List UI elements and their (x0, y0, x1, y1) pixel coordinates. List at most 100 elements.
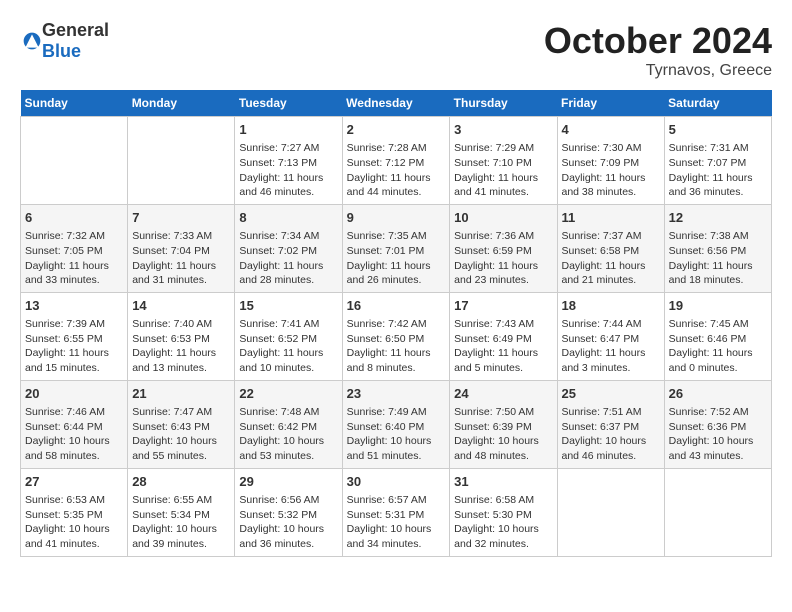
week-row-1: 1 Sunrise: 7:27 AM Sunset: 7:13 PM Daylig… (21, 117, 772, 205)
day-number: 14 (132, 297, 230, 315)
day-info: Sunrise: 7:31 AM Sunset: 7:07 PM Dayligh… (669, 141, 767, 200)
week-row-4: 20Sunrise: 7:46 AM Sunset: 6:44 PM Dayli… (21, 380, 772, 468)
day-number: 15 (239, 297, 337, 315)
calendar-cell: 29 Sunrise: 6:56 AM Sunset: 5:32 PM Dayli… (235, 468, 342, 556)
day-number: 30 (347, 473, 446, 491)
day-info: Sunrise: 7:30 AM Sunset: 7:09 PM Dayligh… (562, 141, 660, 200)
calendar-cell: 31 Sunrise: 6:58 AM Sunset: 5:30 PM Dayli… (450, 468, 557, 556)
calendar-cell (21, 117, 128, 205)
calendar-cell: 6Sunrise: 7:32 AM Sunset: 7:05 PM Daylig… (21, 204, 128, 292)
calendar-cell: 28 Sunrise: 6:55 AM Sunset: 5:34 PM Dayli… (128, 468, 235, 556)
day-info: Sunrise: 7:44 AM Sunset: 6:47 PM Dayligh… (562, 317, 660, 376)
calendar-cell: 12 Sunrise: 7:38 AM Sunset: 6:56 PM Dayli… (664, 204, 771, 292)
day-number: 12 (669, 209, 767, 227)
weekday-wednesday: Wednesday (342, 90, 450, 117)
calendar-cell: 19 Sunrise: 7:45 AM Sunset: 6:46 PM Dayli… (664, 292, 771, 380)
month-year: October 2024 (544, 20, 772, 62)
day-info: Sunrise: 6:57 AM Sunset: 5:31 PM Dayligh… (347, 493, 446, 552)
day-info: Sunrise: 6:56 AM Sunset: 5:32 PM Dayligh… (239, 493, 337, 552)
calendar-table: SundayMondayTuesdayWednesdayThursdayFrid… (20, 90, 772, 557)
day-number: 19 (669, 297, 767, 315)
day-number: 2 (347, 121, 446, 139)
calendar-cell: 8 Sunrise: 7:34 AM Sunset: 7:02 PM Daylig… (235, 204, 342, 292)
day-info: Sunrise: 7:47 AM Sunset: 6:43 PM Dayligh… (132, 405, 230, 464)
calendar-cell: 22 Sunrise: 7:48 AM Sunset: 6:42 PM Dayli… (235, 380, 342, 468)
month-title: October 2024 Tyrnavos, Greece (544, 20, 772, 80)
day-number: 29 (239, 473, 337, 491)
weekday-header-row: SundayMondayTuesdayWednesdayThursdayFrid… (21, 90, 772, 117)
day-info: Sunrise: 6:55 AM Sunset: 5:34 PM Dayligh… (132, 493, 230, 552)
day-info: Sunrise: 7:48 AM Sunset: 6:42 PM Dayligh… (239, 405, 337, 464)
day-info: Sunrise: 7:38 AM Sunset: 6:56 PM Dayligh… (669, 229, 767, 288)
calendar-cell: 30 Sunrise: 6:57 AM Sunset: 5:31 PM Dayli… (342, 468, 450, 556)
day-info: Sunrise: 7:41 AM Sunset: 6:52 PM Dayligh… (239, 317, 337, 376)
day-info: Sunrise: 7:45 AM Sunset: 6:46 PM Dayligh… (669, 317, 767, 376)
day-info: Sunrise: 7:49 AM Sunset: 6:40 PM Dayligh… (347, 405, 446, 464)
calendar-cell: 25Sunrise: 7:51 AM Sunset: 6:37 PM Dayli… (557, 380, 664, 468)
day-info: Sunrise: 7:29 AM Sunset: 7:10 PM Dayligh… (454, 141, 552, 200)
day-info: Sunrise: 6:58 AM Sunset: 5:30 PM Dayligh… (454, 493, 552, 552)
day-number: 3 (454, 121, 552, 139)
calendar-cell: 18 Sunrise: 7:44 AM Sunset: 6:47 PM Dayli… (557, 292, 664, 380)
day-number: 6 (25, 209, 123, 227)
day-number: 21 (132, 385, 230, 403)
day-info: Sunrise: 7:43 AM Sunset: 6:49 PM Dayligh… (454, 317, 552, 376)
day-number: 26 (669, 385, 767, 403)
calendar-cell: 3 Sunrise: 7:29 AM Sunset: 7:10 PM Daylig… (450, 117, 557, 205)
calendar-cell: 23 Sunrise: 7:49 AM Sunset: 6:40 PM Dayli… (342, 380, 450, 468)
week-row-3: 13Sunrise: 7:39 AM Sunset: 6:55 PM Dayli… (21, 292, 772, 380)
day-number: 22 (239, 385, 337, 403)
week-row-2: 6Sunrise: 7:32 AM Sunset: 7:05 PM Daylig… (21, 204, 772, 292)
calendar-body: 1 Sunrise: 7:27 AM Sunset: 7:13 PM Daylig… (21, 117, 772, 557)
day-number: 10 (454, 209, 552, 227)
day-number: 20 (25, 385, 123, 403)
logo: General Blue (20, 20, 109, 62)
calendar-cell: 14Sunrise: 7:40 AM Sunset: 6:53 PM Dayli… (128, 292, 235, 380)
day-number: 27 (25, 473, 123, 491)
weekday-sunday: Sunday (21, 90, 128, 117)
day-number: 8 (239, 209, 337, 227)
day-number: 28 (132, 473, 230, 491)
week-row-5: 27 Sunrise: 6:53 AM Sunset: 5:35 PM Dayli… (21, 468, 772, 556)
day-number: 18 (562, 297, 660, 315)
calendar-cell (664, 468, 771, 556)
calendar-cell: 16Sunrise: 7:42 AM Sunset: 6:50 PM Dayli… (342, 292, 450, 380)
calendar-cell: 1 Sunrise: 7:27 AM Sunset: 7:13 PM Daylig… (235, 117, 342, 205)
day-info: Sunrise: 7:37 AM Sunset: 6:58 PM Dayligh… (562, 229, 660, 288)
day-info: Sunrise: 7:52 AM Sunset: 6:36 PM Dayligh… (669, 405, 767, 464)
calendar-cell: 15 Sunrise: 7:41 AM Sunset: 6:52 PM Dayli… (235, 292, 342, 380)
calendar-cell: 5Sunrise: 7:31 AM Sunset: 7:07 PM Daylig… (664, 117, 771, 205)
day-info: Sunrise: 7:27 AM Sunset: 7:13 PM Dayligh… (239, 141, 337, 200)
day-info: Sunrise: 7:42 AM Sunset: 6:50 PM Dayligh… (347, 317, 446, 376)
day-number: 1 (239, 121, 337, 139)
calendar-cell: 7Sunrise: 7:33 AM Sunset: 7:04 PM Daylig… (128, 204, 235, 292)
weekday-monday: Monday (128, 90, 235, 117)
day-info: Sunrise: 6:53 AM Sunset: 5:35 PM Dayligh… (25, 493, 123, 552)
calendar-cell: 27 Sunrise: 6:53 AM Sunset: 5:35 PM Dayli… (21, 468, 128, 556)
weekday-tuesday: Tuesday (235, 90, 342, 117)
calendar-cell: 17 Sunrise: 7:43 AM Sunset: 6:49 PM Dayli… (450, 292, 557, 380)
day-info: Sunrise: 7:50 AM Sunset: 6:39 PM Dayligh… (454, 405, 552, 464)
logo-icon (22, 31, 42, 51)
day-number: 13 (25, 297, 123, 315)
weekday-thursday: Thursday (450, 90, 557, 117)
weekday-friday: Friday (557, 90, 664, 117)
day-info: Sunrise: 7:36 AM Sunset: 6:59 PM Dayligh… (454, 229, 552, 288)
calendar-cell: 26 Sunrise: 7:52 AM Sunset: 6:36 PM Dayli… (664, 380, 771, 468)
day-number: 4 (562, 121, 660, 139)
calendar-cell: 10 Sunrise: 7:36 AM Sunset: 6:59 PM Dayli… (450, 204, 557, 292)
day-number: 24 (454, 385, 552, 403)
day-number: 17 (454, 297, 552, 315)
logo-blue-text: Blue (42, 41, 81, 61)
calendar-cell: 13Sunrise: 7:39 AM Sunset: 6:55 PM Dayli… (21, 292, 128, 380)
day-info: Sunrise: 7:34 AM Sunset: 7:02 PM Dayligh… (239, 229, 337, 288)
calendar-cell: 24 Sunrise: 7:50 AM Sunset: 6:39 PM Dayli… (450, 380, 557, 468)
calendar-cell (128, 117, 235, 205)
page-header: General Blue October 2024 Tyrnavos, Gree… (20, 20, 772, 80)
day-number: 7 (132, 209, 230, 227)
calendar-cell (557, 468, 664, 556)
day-number: 9 (347, 209, 446, 227)
day-number: 31 (454, 473, 552, 491)
day-number: 23 (347, 385, 446, 403)
day-number: 25 (562, 385, 660, 403)
